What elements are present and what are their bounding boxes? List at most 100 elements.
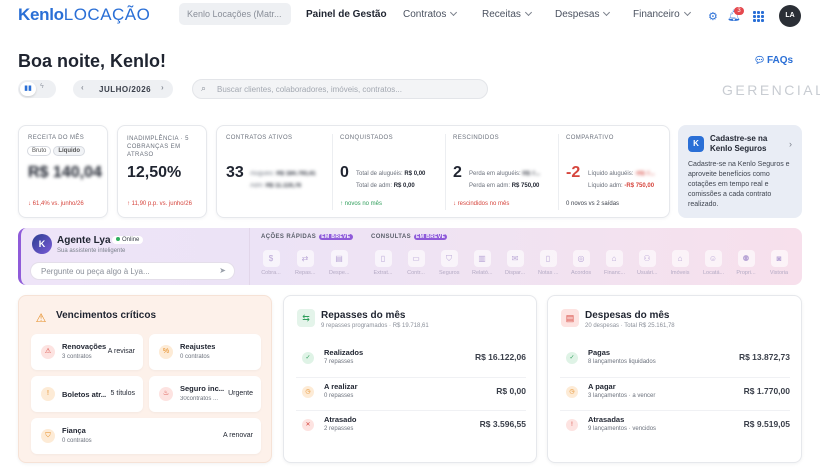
kpi-value: R$ 140,04	[28, 164, 102, 181]
clock-icon: ◷	[566, 386, 578, 398]
camera-icon: ◙	[770, 250, 788, 267]
apps-grid-icon[interactable]	[753, 11, 764, 22]
agent-name: Agente Lya	[57, 235, 111, 246]
global-search: ⌕	[192, 79, 488, 99]
kpi-value: 0	[340, 164, 349, 181]
chevron-right-icon[interactable]: ›	[789, 139, 792, 149]
consult-relatorios[interactable]: ▥ Relató...	[472, 250, 492, 276]
avatar[interactable]: LA	[779, 5, 801, 27]
tab-liquido[interactable]: Líquido	[53, 146, 86, 156]
kpi-delta: ↑ 11,90 p.p. vs. junho/26	[127, 201, 192, 207]
kpi-inadimplencia[interactable]: INADIMPLÊNCIA · 5 COBRANÇAS EM ATRASO 12…	[117, 125, 207, 218]
agent-ask-input[interactable]: Pergunte ou peça algo à Lya... ➤	[30, 262, 235, 280]
chevron-left-icon[interactable]: ‹	[81, 83, 84, 92]
quick-actions-title: AÇÕES RÁPIDAS EM BREVE	[261, 234, 353, 240]
venc-boletos[interactable]: ! Boletos atr... 5 títulos	[31, 376, 143, 412]
card-title: Despesas do mês	[585, 310, 670, 321]
month-selector[interactable]: ‹ JULHO/2026 ›	[73, 80, 173, 98]
promo-body: Cadastre-se na Kenlo Seguros e aproveite…	[688, 161, 790, 208]
repasse-row-realizados[interactable]: ✓ Realizados 7 repasses R$ 16.122,06	[296, 344, 526, 372]
consult-notas[interactable]: ▯ Notas ...	[538, 250, 558, 276]
send-icon[interactable]: ➤	[219, 266, 226, 275]
consult-vistoria[interactable]: ◙ Vistoria	[769, 250, 789, 276]
chevron-down-icon	[450, 8, 458, 17]
warning-icon: ⚠	[35, 311, 47, 325]
nav-painel[interactable]: Painel de Gestão	[306, 9, 387, 20]
dollar-icon: $	[262, 250, 280, 267]
close-icon: ✕	[302, 419, 314, 431]
nav-receitas[interactable]: Receitas	[482, 8, 532, 20]
kpi-label: RESCINDIDOS	[453, 135, 500, 141]
gear-icon[interactable]: ⚙	[708, 10, 718, 23]
consult-extrato[interactable]: ▯ Extrat...	[373, 250, 393, 276]
consult-contratos[interactable]: ▭ Contr...	[406, 250, 426, 276]
nav-contratos[interactable]: Contratos	[403, 8, 458, 20]
repasse-row-atrasado[interactable]: ✕ Atrasado 2 repasses R$ 3.596,55	[296, 410, 526, 438]
promo-kenlo-seguros[interactable]: K Cadastre-se na Kenlo Seguros › Cadastr…	[678, 125, 802, 218]
consult-disparos[interactable]: ✉ Dispar...	[505, 250, 525, 276]
card-subtitle: 9 repasses programados · R$ 19.718,61	[321, 323, 429, 329]
bar-chart-icon[interactable]: ▮▮	[20, 82, 36, 96]
kpi-value: 33	[226, 164, 244, 181]
kpi-foot: 0 novos vs 2 saídas	[566, 201, 620, 207]
nav-financeiro[interactable]: Financeiro	[633, 8, 691, 20]
repasse-row-a-realizar[interactable]: ◷ A realizar 0 repasses R$ 0,00	[296, 377, 526, 405]
tenant-selector[interactable]: Kenlo Locações (Matr...	[179, 3, 291, 25]
receipt-icon: ▤	[330, 250, 348, 267]
card-subtitle: 20 despesas · Total R$ 25.161,78	[585, 323, 675, 329]
kpi-contratos-group: CONTRATOS ATIVOS 33 Aluguéis: R$ 184.793…	[216, 125, 670, 218]
consult-imoveis[interactable]: ⌂ Imóveis	[670, 250, 690, 276]
despesas-card: ▤ Despesas do mês 20 despesas · Total R$…	[547, 295, 802, 463]
chevron-down-icon	[683, 8, 691, 17]
logo[interactable]: KenloLOCAÇÃO	[18, 5, 150, 25]
page-title: Boa noite, Kenlo!	[18, 51, 166, 71]
mail-icon: ✉	[506, 250, 524, 267]
chart-icon: ▥	[473, 250, 491, 267]
faqs-link[interactable]: 💬︎ FAQs	[754, 55, 793, 66]
venc-fianca[interactable]: ⛉ Fiança 0 contratos A renovar	[31, 418, 261, 454]
users-icon: ⚇	[638, 250, 656, 267]
consult-locatarios[interactable]: ☺ Locatá...	[703, 250, 724, 276]
status-badge: Online	[112, 236, 144, 244]
handshake-icon: ◎	[572, 250, 590, 267]
kpi-label: COMPARATIVO	[566, 135, 614, 141]
kpi-label: CONQUISTADOS	[340, 135, 394, 141]
chevron-right-icon[interactable]: ›	[161, 83, 164, 92]
search-input[interactable]	[217, 83, 477, 96]
quick-repasse[interactable]: ⇄ Repas...	[295, 250, 315, 276]
transfer-icon: ⇆	[297, 309, 315, 327]
venc-renovacoes[interactable]: ⚠ Renovações 3 contratos A revisar	[31, 334, 143, 370]
fire-icon: ♨	[159, 387, 173, 401]
tab-bruto[interactable]: Bruto	[27, 146, 52, 156]
chevron-down-icon	[603, 8, 611, 17]
consult-acordos[interactable]: ◎ Acordos	[571, 250, 591, 276]
quick-cobranca[interactable]: $ Cobra...	[261, 250, 281, 276]
despesa-row-a-pagar[interactable]: ◷ A pagar 3 lançamentos · a vencer R$ 1.77…	[560, 377, 790, 405]
view-toggle[interactable]: ▮▮ ϟ	[18, 80, 56, 98]
module-watermark: GERENCIAL	[722, 82, 820, 98]
top-nav: KenloLOCAÇÃO Kenlo Locações (Matr... Pai…	[0, 0, 820, 32]
bank-icon: ⌂	[605, 250, 623, 267]
lightning-icon[interactable]: ϟ	[40, 83, 44, 90]
kpi-value: 2	[453, 164, 462, 181]
promo-title: Cadastre-se na Kenlo Seguros	[710, 134, 768, 153]
quick-despesa[interactable]: ▤ Despe...	[329, 250, 349, 276]
nav-despesas[interactable]: Despesas	[555, 8, 611, 20]
kpi-receita[interactable]: RECEITA DO MÊS Bruto Líquido R$ 140,04 ↓…	[18, 125, 108, 218]
card-title: Vencimentos críticos	[56, 310, 157, 321]
despesa-row-pagas[interactable]: ✓ Pagas 8 lançamentos liquidados R$ 13.872…	[560, 344, 790, 372]
consult-seguros[interactable]: ⛉ Seguros	[439, 250, 460, 276]
check-icon: ✓	[566, 352, 578, 364]
vencimentos-criticos-card: ⚠ Vencimentos críticos ⚠ Renovações 3 co…	[18, 295, 272, 463]
kpi-value: 12,50%	[127, 164, 182, 181]
consult-financeiro[interactable]: ⌂ Financ...	[604, 250, 625, 276]
shield-icon: ⛉	[41, 429, 55, 443]
venc-reajustes[interactable]: % Reajustes 0 contratos	[149, 334, 261, 370]
search-icon: ⌕	[201, 83, 207, 93]
consult-usuarios[interactable]: ⚇ Usuári...	[637, 250, 657, 276]
despesa-row-atrasadas[interactable]: ! Atrasadas 9 lançamentos · vencidos R$ 9.…	[560, 410, 790, 438]
consult-proprietarios[interactable]: ⚉ Propri...	[736, 250, 756, 276]
kpi-value: -2	[566, 164, 581, 181]
venc-seguro-incendio[interactable]: ♨ Seguro inc... 30contratos ... Urgente	[149, 376, 261, 412]
notification-badge: 3	[734, 7, 744, 15]
